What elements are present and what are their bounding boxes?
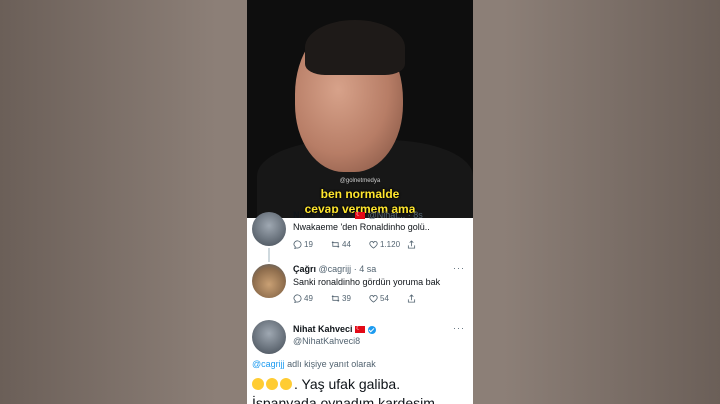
like-count: 1.120 — [380, 240, 401, 249]
author-name[interactable]: Nihat Kahveci — [293, 210, 353, 220]
reply-context: @cagrijj adlı kişiye yanıt olarak — [252, 359, 376, 369]
reply-count: 19 — [304, 240, 313, 249]
like-icon — [369, 294, 378, 303]
more-icon[interactable]: ··· — [453, 323, 465, 333]
tweet-item-focused[interactable]: Nihat Kahveci @NihatKahveci8 ··· @cagrij… — [247, 320, 473, 404]
like-count: 54 — [380, 294, 389, 303]
grinning-emoji-icon — [266, 378, 278, 390]
turkish-flag-icon — [355, 325, 366, 334]
tweet-item[interactable]: Nihat Kahveci @Nihat... · 8s Nwakaeme 'd… — [247, 210, 473, 262]
reply-button[interactable]: 49 — [293, 294, 331, 303]
retweet-button[interactable]: 44 — [331, 240, 369, 249]
grinning-emoji-icon — [280, 378, 292, 390]
tweet-text-line-2: İspanyada oynadım kardeşim — [252, 395, 435, 404]
author-name[interactable]: Nihat Kahveci — [293, 324, 353, 334]
speaker-hair — [305, 20, 405, 75]
channel-watermark: @golnetmedya — [339, 178, 381, 184]
author-handle[interactable]: @Nihat... — [368, 210, 406, 220]
retweet-icon — [331, 241, 340, 248]
author-handle[interactable]: @cagrijj — [319, 264, 352, 274]
subtitle-line-1: ben normalde — [320, 187, 400, 201]
reply-icon — [293, 294, 302, 303]
share-button[interactable] — [407, 294, 445, 303]
short-video-frame[interactable]: @golnetmedya ben normalde cevap vermem a… — [247, 0, 473, 404]
share-icon — [407, 294, 416, 303]
avatar[interactable] — [252, 212, 286, 246]
author-name[interactable]: Çağrı — [293, 264, 316, 274]
tweet-header: Çağrı @cagrijj · 4 sa — [293, 264, 376, 274]
reply-count: 49 — [304, 294, 313, 303]
tweet-text: Sanki ronaldinho gördün yoruma bak — [293, 277, 441, 287]
reply-icon — [293, 240, 302, 249]
reply-to-label: adlı kişiye yanıt olarak — [287, 359, 376, 369]
tweet-actions: 49 39 54 — [293, 294, 445, 303]
thread-line — [268, 248, 270, 262]
grinning-emoji-icon — [252, 378, 264, 390]
tweet-text: . Yaş ufak galiba. — [252, 376, 400, 392]
video-area[interactable]: @golnetmedya ben normalde cevap vermem a… — [247, 0, 473, 218]
tweet-thread: Nihat Kahveci @Nihat... · 8s Nwakaeme 'd… — [247, 210, 473, 404]
more-icon[interactable]: ··· — [453, 263, 465, 273]
like-button[interactable]: 54 — [369, 294, 407, 303]
turkish-flag-icon — [355, 211, 366, 220]
tweet-text-line-1: . Yaş ufak galiba. — [294, 376, 401, 392]
avatar[interactable] — [252, 264, 286, 298]
tweet-handle-row: @NihatKahveci8 — [293, 336, 360, 346]
tweet-item[interactable]: Çağrı @cagrijj · 4 sa ··· Sanki ronaldin… — [247, 263, 473, 316]
tweet-header: Nihat Kahveci — [293, 324, 376, 334]
verified-icon — [367, 325, 376, 334]
retweet-count: 44 — [342, 240, 351, 249]
tweet-header: Nihat Kahveci @Nihat... · 8s — [293, 210, 423, 220]
reply-button[interactable]: 19 — [293, 240, 331, 249]
share-button[interactable] — [407, 240, 445, 249]
tweet-time: · 4 sa — [353, 264, 377, 274]
author-handle[interactable]: @NihatKahveci8 — [293, 336, 360, 346]
retweet-icon — [331, 295, 340, 302]
tweet-time: · 8s — [407, 210, 423, 220]
share-icon — [407, 240, 416, 249]
retweet-button[interactable]: 39 — [331, 294, 369, 303]
avatar[interactable] — [252, 320, 286, 354]
like-icon — [369, 240, 378, 249]
retweet-count: 39 — [342, 294, 351, 303]
tweet-actions: 19 44 1.120 — [293, 240, 445, 249]
tweet-text: Nwakaeme 'den Ronaldinho golü.. — [293, 222, 430, 232]
like-button[interactable]: 1.120 — [369, 240, 407, 249]
reply-to-handle[interactable]: @cagrijj — [252, 359, 285, 369]
